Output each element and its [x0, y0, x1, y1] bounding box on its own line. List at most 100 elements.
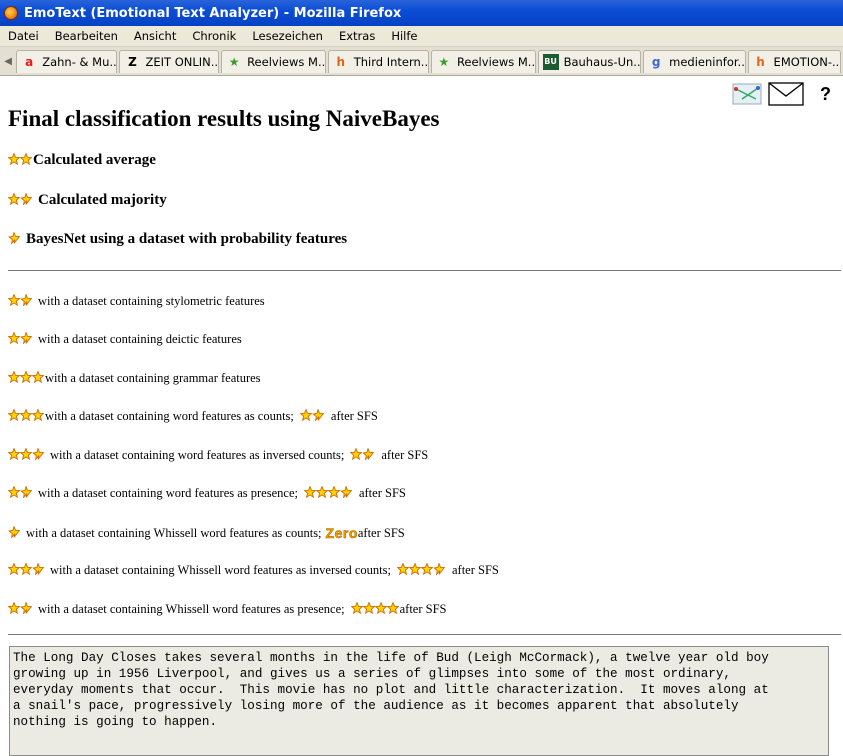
detail-row: with a dataset containing word features … — [8, 409, 378, 424]
rating-stars — [8, 332, 32, 344]
star-icon — [315, 486, 328, 498]
tab-label: Reelviews M... — [456, 54, 536, 69]
detail-row: with a dataset containing Whissell word … — [8, 525, 405, 541]
green-star-icon: ★ — [228, 54, 240, 69]
summary-row: BayesNet using a dataset with probabilit… — [8, 231, 347, 248]
detail-label: with a dataset containing Whissell word … — [38, 602, 345, 616]
firefox-icon — [4, 6, 18, 20]
zeit-z-icon: Z — [128, 54, 137, 69]
star-icon — [8, 193, 20, 205]
network-icon[interactable] — [732, 83, 762, 105]
detail-row: with a dataset containing word features … — [8, 486, 406, 501]
star-icon — [397, 563, 409, 575]
after-sfs-label: after SFS — [330, 409, 378, 423]
page-content: ? Final classification results using Nai… — [0, 76, 843, 756]
menu-ansicht[interactable]: Ansicht — [126, 29, 184, 43]
star-icon — [8, 371, 20, 383]
menu-lesezeichen[interactable]: Lesezeichen — [244, 29, 331, 43]
page-title: Final classification results using Naive… — [8, 106, 440, 131]
half-star-icon — [362, 448, 375, 460]
review-text-box[interactable]: The Long Day Closes takes several months… — [9, 646, 829, 756]
summary-label: Calculated average — [33, 152, 156, 168]
tab-scroll-left-icon[interactable]: ◀ — [0, 50, 16, 72]
menu-datei[interactable]: Datei — [0, 29, 47, 43]
detail-label: with a dataset containing grammar featur… — [45, 371, 261, 385]
sfs-rating-stars — [350, 602, 399, 614]
star-icon — [20, 448, 32, 460]
detail-row: with a dataset containing Whissell word … — [8, 563, 499, 578]
tab-label: ZEIT ONLIN... — [145, 54, 220, 69]
zero-rating-label: Zero — [325, 525, 358, 542]
detail-label: with a dataset containing word features … — [50, 448, 345, 462]
detail-label: with a dataset containing Whissell word … — [26, 526, 322, 540]
browser-tab[interactable]: g medieninfor... — [643, 49, 746, 73]
divider-1 — [8, 270, 841, 271]
tab-label: EMOTION-... — [773, 54, 842, 69]
tab-bar: ◀ a Zahn- & Mu... Z ZEIT ONLIN... ★ Reelviews… — [0, 47, 843, 76]
tab-label: medieninfor... — [669, 54, 746, 69]
star-icon — [20, 371, 32, 383]
menu-bar: Datei Bearbeiten Ansicht Chronik Lesezei… — [0, 26, 843, 47]
half-star-icon — [8, 232, 20, 244]
star-icon — [374, 602, 387, 614]
sfs-rating-stars — [397, 563, 445, 575]
half-star-icon — [20, 486, 32, 498]
browser-tab[interactable]: h Third Intern... — [327, 49, 429, 73]
detail-row: with a dataset containing deictic featur… — [8, 332, 242, 347]
envelope-icon[interactable] — [768, 82, 804, 106]
star-icon — [299, 409, 312, 421]
browser-tab[interactable]: Z ZEIT ONLIN... — [119, 49, 220, 73]
green-star-icon: ★ — [438, 54, 450, 69]
star-icon — [303, 486, 316, 498]
h-icon: h — [756, 54, 765, 69]
after-sfs-label: after SFS — [399, 602, 447, 616]
half-star-icon — [20, 602, 32, 614]
amazon-a-icon: a — [25, 54, 34, 69]
rating-stars — [8, 409, 44, 421]
detail-row: with a dataset containing grammar featur… — [8, 371, 261, 386]
summary-row: Calculated majority — [8, 192, 167, 209]
star-icon — [386, 602, 399, 614]
star-icon — [350, 602, 363, 614]
window-title: EmoText (Emotional Text Analyzer) - Mozi… — [24, 5, 402, 21]
browser-tab[interactable]: BU Bauhaus-Un... — [537, 49, 642, 73]
half-star-icon — [20, 294, 32, 306]
rating-stars — [8, 193, 32, 205]
menu-bearbeiten[interactable]: Bearbeiten — [47, 29, 126, 43]
detail-row: with a dataset containing Whissell word … — [8, 602, 447, 617]
rating-stars — [8, 232, 20, 244]
top-icons: ? — [732, 82, 831, 106]
detail-label: with a dataset containing deictic featur… — [38, 332, 242, 346]
detail-label: with a dataset containing word features … — [38, 486, 298, 500]
summary-row: Calculated average — [8, 152, 156, 169]
buw-icon: BU — [542, 53, 559, 70]
star-icon — [350, 448, 363, 460]
browser-tab[interactable]: ★ Reelviews M... — [430, 49, 536, 73]
half-star-icon — [340, 486, 352, 498]
tab-label: Third Intern... — [353, 54, 429, 69]
browser-tab[interactable]: a Zahn- & Mu... — [16, 49, 118, 73]
star-icon — [32, 371, 44, 383]
detail-row: with a dataset containing word features … — [8, 448, 428, 463]
menu-chronik[interactable]: Chronik — [184, 29, 244, 43]
menu-hilfe[interactable]: Hilfe — [383, 29, 425, 43]
tab-label: Reelviews M... — [247, 54, 326, 69]
rating-stars — [8, 294, 32, 306]
tab-label: Zahn- & Mu... — [42, 54, 118, 69]
half-star-icon — [32, 563, 44, 575]
divider-2 — [8, 634, 841, 635]
detail-label: with a dataset containing Whissell word … — [50, 563, 391, 577]
rating-stars — [8, 371, 44, 383]
star-icon — [8, 409, 20, 421]
rating-stars — [8, 526, 20, 538]
sfs-rating-stars — [299, 409, 324, 421]
browser-tab[interactable]: ★ Reelviews M... — [221, 49, 326, 73]
star-icon — [421, 563, 433, 575]
browser-tab[interactable]: h EMOTION-... — [747, 49, 842, 73]
menu-extras[interactable]: Extras — [331, 29, 383, 43]
star-icon — [362, 602, 375, 614]
after-sfs-label: after SFS — [452, 563, 499, 577]
half-star-icon — [433, 563, 445, 575]
half-star-icon — [20, 193, 32, 205]
help-icon[interactable]: ? — [820, 84, 831, 105]
